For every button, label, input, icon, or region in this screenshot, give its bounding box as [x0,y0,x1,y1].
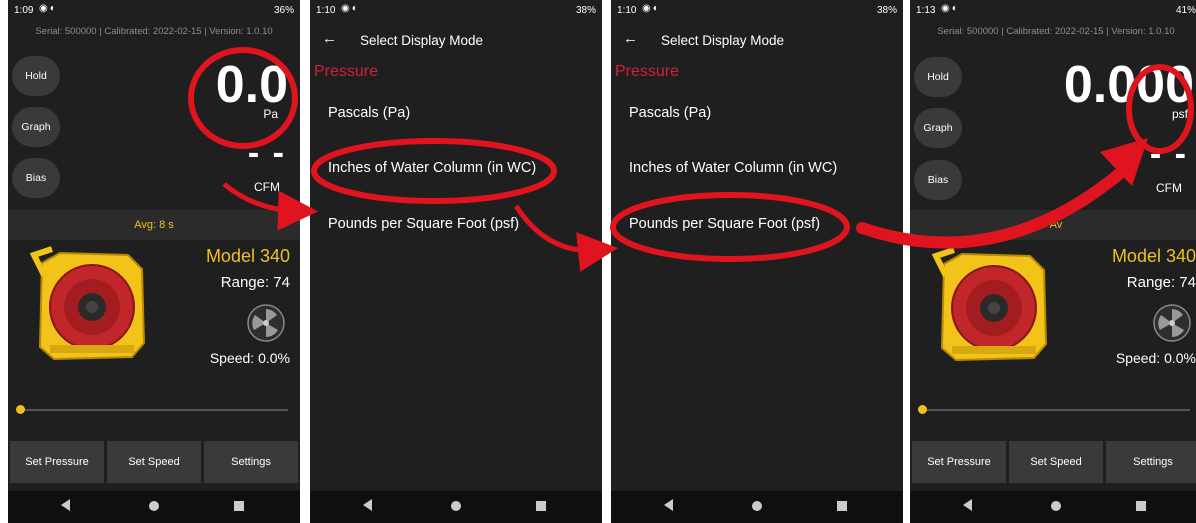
pressure-unit[interactable]: Pa [263,107,278,121]
notification-icons: ◉◐ [39,3,58,14]
back-arrow-icon[interactable]: ← [322,30,337,47]
pressure-reading: 0.0 [215,56,288,114]
menu-header: ← Select Display Mode [310,30,602,52]
status-bar: 1:09 ◉◐ 36% [8,0,300,20]
speed-slider[interactable] [918,405,1190,414]
status-time: 1:10 [316,5,336,16]
fan-icon [247,304,285,342]
hold-button[interactable]: Hold [914,57,962,97]
flow-unit[interactable]: CFM [254,180,280,194]
device-info-line: Serial: 500000 | Calibrated: 2022-02-15 … [937,26,1175,37]
nav-recent-icon[interactable] [1136,501,1146,511]
speed-label: Speed: 0.0% [1115,350,1196,366]
battery-indicator: 41% [1175,5,1196,16]
set-speed-button[interactable]: Set Speed [1009,441,1103,483]
menu-title: Select Display Mode [360,33,484,48]
status-time: 1:09 [14,5,34,16]
settings-button[interactable]: Settings [204,441,298,483]
flow-reading: - - [247,134,286,172]
option-pounds-per-square-foot[interactable]: Pounds per Square Foot (psf) [328,216,519,232]
pressure-unit[interactable]: psf [1172,107,1188,121]
android-nav-bar [310,491,602,523]
back-arrow-icon[interactable]: ← [623,30,638,47]
status-time: 1:10 [617,5,637,16]
phone-screen-display-mode-psf: 1:10 ◉◐ 38% ← Select Display Mode Pressu… [611,0,903,523]
option-inches-water-column[interactable]: Inches of Water Column (in WC) [328,160,536,176]
nav-home-icon[interactable] [1051,501,1061,511]
set-speed-button[interactable]: Set Speed [107,441,201,483]
bias-button[interactable]: Bias [12,158,60,198]
graph-button[interactable]: Graph [914,108,962,148]
nav-back-icon[interactable] [363,499,372,511]
nav-home-icon[interactable] [752,501,762,511]
blower-fan-image [932,247,1048,362]
averaging-bar[interactable]: Av [910,210,1196,240]
notification-icons: ◉◐ [941,3,960,14]
battery-indicator: 38% [575,5,596,16]
notification-icons: ◉◐ [341,3,360,14]
option-pounds-per-square-foot[interactable]: Pounds per Square Foot (psf) [629,216,820,232]
android-nav-bar [910,491,1196,523]
bias-button[interactable]: Bias [914,160,962,200]
option-pascals[interactable]: Pascals (Pa) [629,105,711,121]
nav-recent-icon[interactable] [234,501,244,511]
section-pressure: Pressure [314,63,379,80]
nav-recent-icon[interactable] [536,501,546,511]
hold-button[interactable]: Hold [12,56,60,96]
speed-label: Speed: 0.0% [209,350,290,366]
status-bar: 1:10 ◉◐ 38% [611,0,903,20]
flow-unit[interactable]: CFM [1156,181,1182,195]
blower-fan-image [30,246,146,361]
flow-reading: - - [1149,135,1188,173]
fan-icon [1153,304,1191,342]
graph-button[interactable]: Graph [12,107,60,147]
range-label: Range: 74 [1126,274,1196,291]
status-bar: 1:13 ◉◐ 41% [910,0,1196,20]
status-bar: 1:10 ◉◐ 38% [310,0,602,20]
device-info-line: Serial: 500000 | Calibrated: 2022-02-15 … [35,26,273,37]
settings-button[interactable]: Settings [1106,441,1196,483]
battery-indicator: 38% [876,5,897,16]
averaging-bar[interactable]: Avg: 8 s [8,210,300,240]
range-label: Range: 74 [220,274,290,291]
status-time: 1:13 [916,5,936,16]
nav-back-icon[interactable] [61,499,70,511]
notification-icons: ◉◐ [642,3,661,14]
phone-screen-main-pa: 1:09 ◉◐ 36% Serial: 500000 | Calibrated:… [8,0,300,523]
nav-back-icon[interactable] [963,499,972,511]
phone-screen-main-psf: 1:13 ◉◐ 41% Serial: 500000 | Calibrated:… [910,0,1196,523]
android-nav-bar [611,491,903,523]
pressure-reading: 0.000 [1063,56,1194,114]
nav-recent-icon[interactable] [837,501,847,511]
slider-knob[interactable] [16,405,25,414]
option-pascals[interactable]: Pascals (Pa) [328,105,410,121]
model-label: Model 340 [1111,246,1196,266]
menu-title: Select Display Mode [661,33,785,48]
option-inches-water-column[interactable]: Inches of Water Column (in WC) [629,160,837,176]
nav-home-icon[interactable] [451,501,461,511]
slider-knob[interactable] [918,405,927,414]
nav-home-icon[interactable] [149,501,159,511]
battery-indicator: 36% [273,5,294,16]
model-label: Model 340 [205,246,290,266]
android-nav-bar [8,491,300,523]
set-pressure-button[interactable]: Set Pressure [912,441,1006,483]
section-pressure: Pressure [615,63,680,80]
phone-screen-display-mode: 1:10 ◉◐ 38% ← Select Display Mode Pressu… [310,0,602,523]
nav-back-icon[interactable] [664,499,673,511]
menu-header: ← Select Display Mode [611,30,903,52]
set-pressure-button[interactable]: Set Pressure [10,441,104,483]
speed-slider[interactable] [16,405,288,414]
